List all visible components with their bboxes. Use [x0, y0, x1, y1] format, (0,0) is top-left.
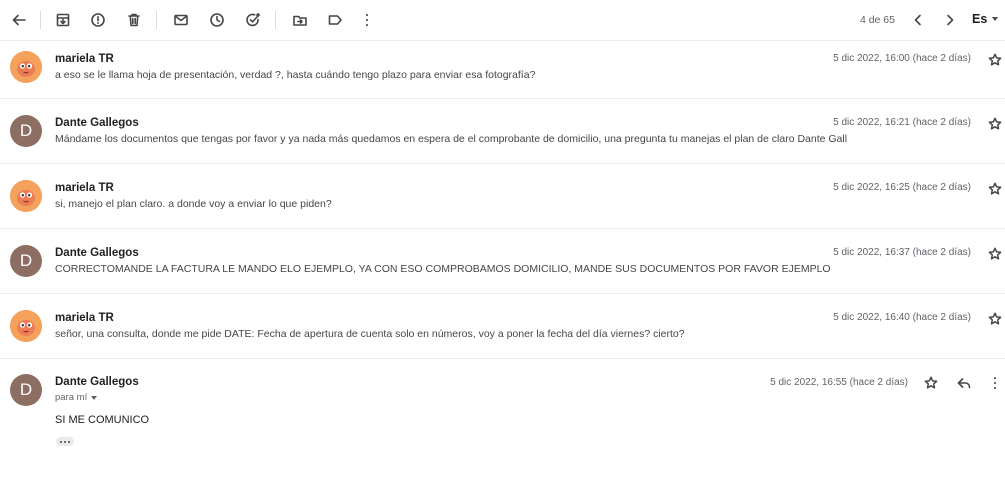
- newer-chevron-left-icon[interactable]: [906, 8, 930, 32]
- message-date: 5 dic 2022, 16:40 (hace 2 días): [833, 312, 971, 323]
- avatar: D: [10, 245, 42, 277]
- avatar-initial: D: [19, 380, 33, 399]
- report-spam-icon[interactable]: [86, 8, 110, 32]
- star-icon[interactable]: [988, 247, 1002, 261]
- avatar-initial: D: [19, 251, 33, 270]
- toolbar-divider: [275, 11, 276, 29]
- reply-icon[interactable]: [956, 375, 972, 391]
- message-row[interactable]: mariela TR a eso se le llama hoja de pre…: [0, 40, 1005, 98]
- sender-name: mariela TR: [55, 312, 114, 324]
- pager-count: 4 de 65: [859, 14, 895, 26]
- avatar-initial: D: [19, 121, 33, 140]
- recipient-details-toggle[interactable]: para mí: [55, 392, 98, 403]
- message-date: 5 dic 2022, 16:25 (hace 2 días): [833, 182, 971, 193]
- toolbar: 4 de 65 Es: [0, 0, 1005, 40]
- move-to-icon[interactable]: [288, 8, 312, 32]
- sender-name: Dante Gallegos: [55, 376, 139, 388]
- message-row[interactable]: D Dante Gallegos Mándame los documentos …: [0, 98, 1005, 163]
- message-date: 5 dic 2022, 16:21 (hace 2 días): [833, 117, 971, 128]
- older-chevron-right-icon[interactable]: [938, 8, 962, 32]
- star-icon[interactable]: [988, 312, 1002, 326]
- show-trimmed-content-button[interactable]: [56, 437, 74, 446]
- label-icon[interactable]: [323, 8, 347, 32]
- archive-icon[interactable]: [51, 8, 75, 32]
- recipient-label: para mí: [55, 392, 88, 403]
- sender-name: Dante Gallegos: [55, 117, 139, 129]
- sender-name: mariela TR: [55, 182, 114, 194]
- avatar: [10, 180, 42, 212]
- message-snippet: Mándame los documentos que tengas por fa…: [55, 133, 848, 145]
- toolbar-divider: [40, 11, 41, 29]
- message-body: SI ME COMUNICO: [55, 414, 150, 426]
- add-to-tasks-icon[interactable]: [241, 8, 265, 32]
- mark-unread-icon[interactable]: [169, 8, 193, 32]
- expanded-message: D Dante Gallegos 5 dic 2022, 16:55 (hace…: [0, 358, 1005, 481]
- language-label: Es: [972, 12, 988, 26]
- chevron-down-icon: [91, 395, 98, 400]
- chevron-down-icon: [992, 17, 999, 21]
- avatar: [10, 310, 42, 342]
- toolbar-divider: [156, 11, 157, 29]
- star-icon[interactable]: [924, 376, 938, 390]
- message-date: 5 dic 2022, 16:37 (hace 2 días): [833, 247, 971, 258]
- message-snippet: a eso se le llama hoja de presentación, …: [55, 69, 536, 81]
- language-selector[interactable]: Es: [972, 12, 999, 26]
- snooze-icon[interactable]: [205, 8, 229, 32]
- avatar: D: [10, 115, 42, 147]
- delete-icon[interactable]: [122, 8, 146, 32]
- star-icon[interactable]: [988, 53, 1002, 67]
- message-snippet: si, manejo el plan claro. a donde voy a …: [55, 198, 332, 210]
- back-arrow-icon[interactable]: [7, 8, 31, 32]
- avatar: [10, 51, 42, 83]
- message-row[interactable]: mariela TR si, manejo el plan claro. a d…: [0, 163, 1005, 228]
- message-date: 5 dic 2022, 16:55 (hace 2 días): [770, 377, 908, 388]
- message-row[interactable]: D Dante Gallegos CORRECTOMANDE LA FACTUR…: [0, 228, 1005, 293]
- message-snippet: señor, una consulta, donde me pide DATE:…: [55, 328, 685, 340]
- message-snippet: CORRECTOMANDE LA FACTURA LE MANDO ELO EJ…: [55, 263, 831, 275]
- star-icon[interactable]: [988, 117, 1002, 131]
- sender-name: mariela TR: [55, 53, 114, 65]
- more-vert-icon[interactable]: [355, 8, 379, 32]
- sender-name: Dante Gallegos: [55, 247, 139, 259]
- message-row[interactable]: mariela TR señor, una consulta, donde me…: [0, 293, 1005, 358]
- message-date: 5 dic 2022, 16:00 (hace 2 días): [833, 53, 971, 64]
- more-vert-icon[interactable]: [987, 375, 1003, 391]
- avatar: D: [10, 374, 42, 406]
- star-icon[interactable]: [988, 182, 1002, 196]
